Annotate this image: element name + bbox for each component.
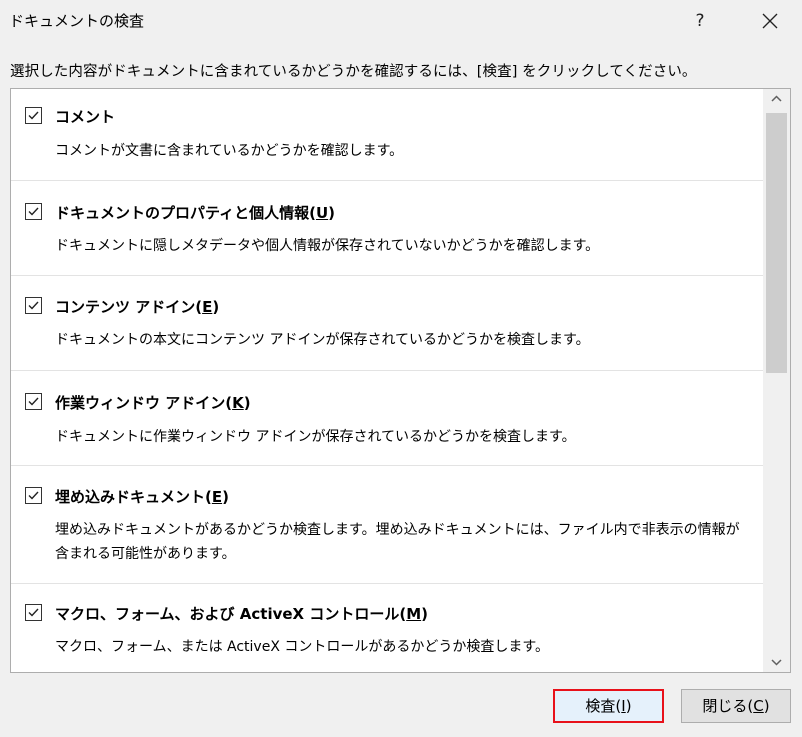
inspection-list: コメント コメントが文書に含まれているかどうかを確認します。 ドキュメントのプロ…	[10, 88, 791, 673]
checkmark-icon	[28, 397, 39, 406]
dialog-title: ドキュメントの検査	[9, 12, 145, 30]
title-bar: ドキュメントの検査 ?	[0, 0, 802, 42]
checkbox-properties[interactable]	[25, 203, 42, 220]
checkmark-icon	[28, 491, 39, 500]
close-button[interactable]: 閉じる(C)	[681, 689, 791, 723]
item-title: マクロ、フォーム、および ActiveX コントロール(M)	[55, 605, 428, 623]
checkmark-icon	[28, 301, 39, 310]
checkmark-icon	[28, 111, 39, 120]
checkbox-macros[interactable]	[25, 604, 42, 621]
checkbox-embedded-docs[interactable]	[25, 487, 42, 504]
checkbox-content-addins[interactable]	[25, 297, 42, 314]
list-item-comments: コメント コメントが文書に含まれているかどうかを確認します。	[11, 89, 763, 181]
list-item-embedded-docs: 埋め込みドキュメント(E) 埋め込みドキュメントがあるかどうか検査します。埋め込…	[11, 465, 763, 584]
list-item-macros: マクロ、フォーム、および ActiveX コントロール(M) マクロ、フォーム、…	[11, 583, 763, 672]
item-title: 作業ウィンドウ アドイン(K)	[55, 394, 251, 412]
item-description: ドキュメントに作業ウィンドウ アドインが保存されているかどうかを検査します。	[55, 429, 576, 445]
checkmark-icon	[28, 207, 39, 216]
item-description: ドキュメントに隠しメタデータや個人情報が保存されていないかどうかを確認します。	[55, 238, 600, 254]
item-description: マクロ、フォーム、または ActiveX コントロールがあるかどうか検査します。	[55, 639, 549, 655]
item-title: コンテンツ アドイン(E)	[55, 298, 220, 316]
item-description: ドキュメントの本文にコンテンツ アドインが保存されているかどうかを検査します。	[55, 332, 590, 348]
scroll-thumb[interactable]	[766, 113, 787, 373]
scroll-down-icon[interactable]	[763, 652, 790, 672]
item-title: コメント	[55, 108, 116, 126]
item-title: ドキュメントのプロパティと個人情報(U)	[55, 204, 336, 222]
scroll-up-icon[interactable]	[763, 89, 790, 109]
item-description: コメントが文書に含まれているかどうかを確認します。	[55, 143, 404, 159]
help-button[interactable]: ?	[683, 4, 717, 38]
list-item-content-addins: コンテンツ アドイン(E) ドキュメントの本文にコンテンツ アドインが保存されて…	[11, 275, 763, 371]
vertical-scrollbar[interactable]	[763, 89, 790, 672]
list-item-taskpane-addins: 作業ウィンドウ アドイン(K) ドキュメントに作業ウィンドウ アドインが保存され…	[11, 370, 763, 466]
checkbox-comments[interactable]	[25, 107, 42, 124]
instruction-text: 選択した内容がドキュメントに含まれているかどうかを確認するには、[検査] をクリ…	[10, 64, 697, 80]
list-item-properties: ドキュメントのプロパティと個人情報(U) ドキュメントに隠しメタデータや個人情報…	[11, 180, 763, 276]
inspect-button[interactable]: 検査(I)	[553, 689, 664, 723]
checkbox-taskpane-addins[interactable]	[25, 393, 42, 410]
item-description: 埋め込みドキュメントがあるかどうか検査します。埋め込みドキュメントには、ファイル…	[55, 522, 740, 562]
checkmark-icon	[28, 608, 39, 617]
close-icon[interactable]	[750, 4, 790, 38]
item-title: 埋め込みドキュメント(E)	[55, 488, 229, 506]
